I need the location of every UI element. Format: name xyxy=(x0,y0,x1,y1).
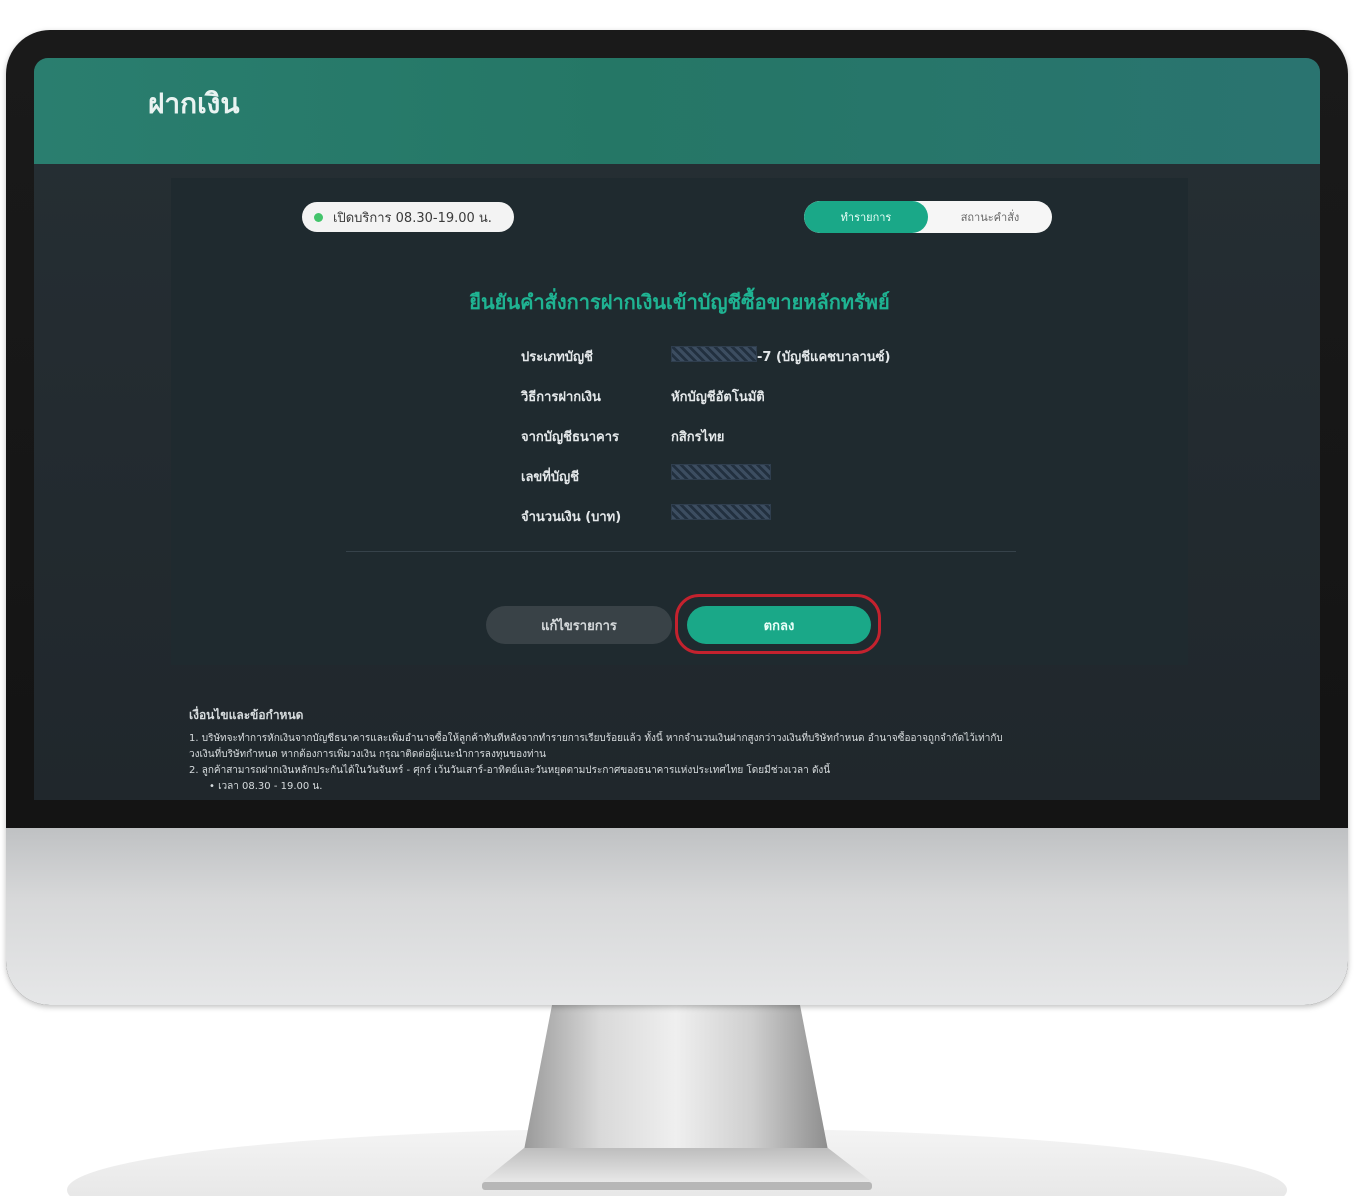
service-hours-badge: เปิดบริการ 08.30-19.00 น. xyxy=(302,202,514,232)
status-dot-icon xyxy=(314,212,323,222)
amount-label: จำนวนเงิน (บาท) xyxy=(521,510,622,525)
terms-line: 2. ลูกค้าสามารถฝากเงินหลักประกันได้ในวัน… xyxy=(189,765,831,776)
account-number-label: เลขที่บัญชี xyxy=(521,470,580,485)
terms-line: 1. บริษัทจะทำการหักเงินจากบัญชีธนาคารและ… xyxy=(189,733,1003,744)
tab-switch: ทำรายการ สถานะคำสั่ง xyxy=(804,201,1052,233)
service-hours-text: เปิดบริการ 08.30-19.00 น. xyxy=(333,210,492,226)
app-screen: ฝากเงิน เปิดบริการ 08.30-19.00 น. ทำรายก… xyxy=(34,58,1320,800)
tab-order-status[interactable]: สถานะคำสั่ง xyxy=(928,201,1052,233)
deposit-method-label: วิธีการฝากเงิน xyxy=(521,390,601,405)
confirm-title: ยืนยันคำสั่งการฝากเงินเข้าบัญชีซื้อขายหล… xyxy=(469,290,890,314)
tab-transaction[interactable]: ทำรายการ xyxy=(804,201,928,233)
masked-amount xyxy=(671,504,771,520)
deposit-confirm-panel: เปิดบริการ 08.30-19.00 น. ทำรายการ สถานะ… xyxy=(171,178,1188,665)
page-title: ฝากเงิน xyxy=(148,87,240,120)
terms-section: เงื่อนไขและข้อกำหนด 1. บริษัทจะทำการหักเ… xyxy=(189,706,1189,795)
masked-account-number xyxy=(671,464,771,480)
bank-account-value: กสิกรไทย xyxy=(671,430,725,445)
deposit-method-value: หักบัญชีอัตโนมัติ xyxy=(671,390,765,405)
page-header: ฝากเงิน xyxy=(34,58,1320,164)
monitor-frame: ฝากเงิน เปิดบริการ 08.30-19.00 น. ทำรายก… xyxy=(6,30,1348,1005)
terms-line: วงเงินที่บริษัทกำหนด หากต้องการเพิ่มวงเง… xyxy=(189,749,547,760)
terms-line: • เวลา 08.30 - 19.00 น. xyxy=(209,781,323,792)
edit-button[interactable]: แก้ไขรายการ xyxy=(486,606,672,644)
divider xyxy=(346,551,1016,552)
bank-account-label: จากบัญชีธนาคาร xyxy=(521,430,620,445)
account-type-label: ประเภทบัญชี xyxy=(521,350,593,365)
account-type-value: -7 (บัญชีแคชบาลานซ์) xyxy=(757,350,891,365)
ok-button-highlight xyxy=(675,594,881,654)
monitor-chin xyxy=(6,828,1348,1005)
masked-account-prefix xyxy=(671,346,757,362)
terms-title: เงื่อนไขและข้อกำหนด xyxy=(189,708,304,722)
